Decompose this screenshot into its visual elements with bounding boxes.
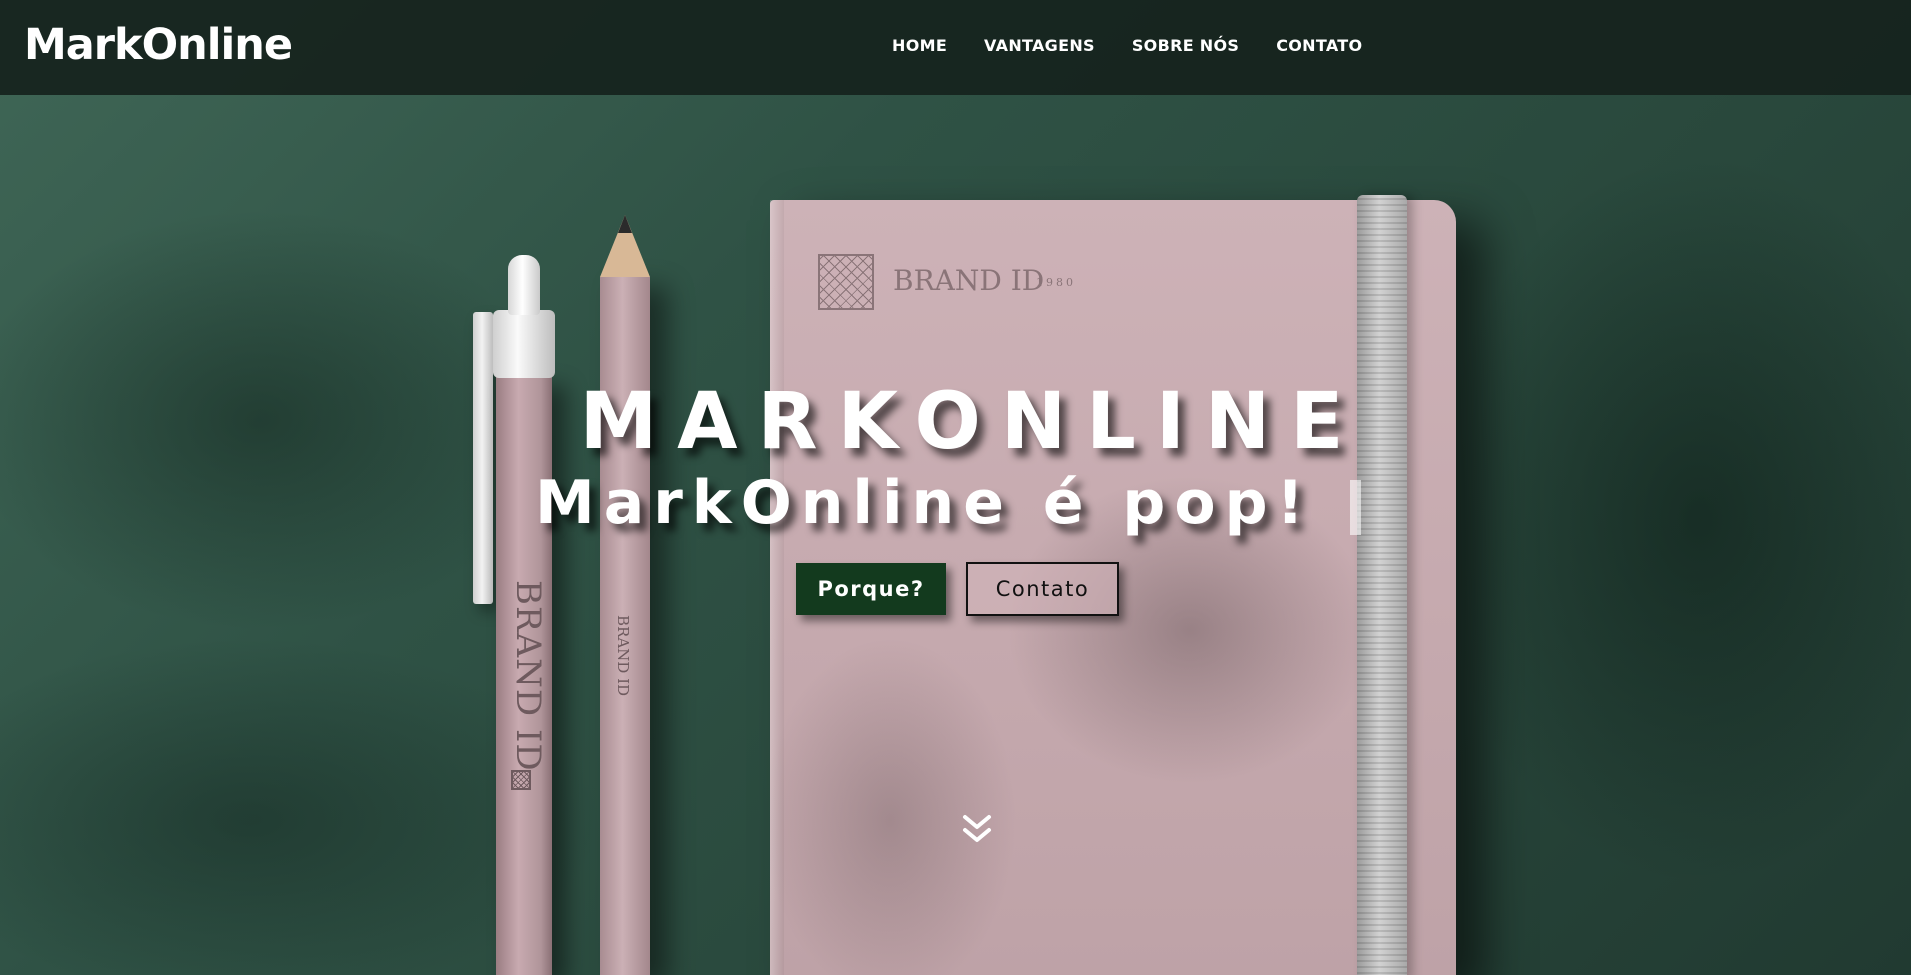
notebook-elastic-band bbox=[1357, 195, 1407, 975]
nav-link-vantagens[interactable]: VANTAGENS bbox=[984, 36, 1095, 55]
nav-link-sobre-nos[interactable]: SOBRE NÓS bbox=[1132, 36, 1239, 55]
nav-link-contato[interactable]: CONTATO bbox=[1276, 36, 1362, 55]
hero-title: MARKONLINE bbox=[579, 377, 1364, 467]
pen-brand-text: BRAND ID bbox=[508, 580, 548, 772]
pencil-lead bbox=[618, 215, 632, 233]
navbar: MarkOnline HOME VANTAGENS SOBRE NÓS CONT… bbox=[0, 0, 1911, 95]
pen-cap bbox=[493, 310, 555, 378]
pen-logo-icon bbox=[511, 770, 531, 790]
notebook-spine bbox=[770, 200, 784, 975]
brand-logo[interactable]: MarkOnline bbox=[24, 20, 293, 76]
notebook-year-text: 1980 bbox=[1036, 276, 1076, 289]
notebook-brand-text: BRAND ID bbox=[893, 264, 1045, 297]
pencil-brand-text: BRAND ID bbox=[614, 615, 632, 697]
contato-button[interactable]: Contato bbox=[966, 562, 1119, 616]
typing-cursor bbox=[1350, 480, 1361, 535]
nav-link-home[interactable]: HOME bbox=[892, 36, 947, 55]
nav-links: HOME VANTAGENS SOBRE NÓS CONTATO bbox=[892, 36, 1399, 55]
double-chevron-down-icon[interactable] bbox=[962, 814, 992, 846]
porque-button[interactable]: Porque? bbox=[796, 563, 946, 615]
hero-subtitle: MarkOnline é pop! bbox=[535, 468, 1313, 538]
pen-cap-top bbox=[508, 255, 540, 315]
notebook-logo-icon bbox=[818, 254, 874, 310]
